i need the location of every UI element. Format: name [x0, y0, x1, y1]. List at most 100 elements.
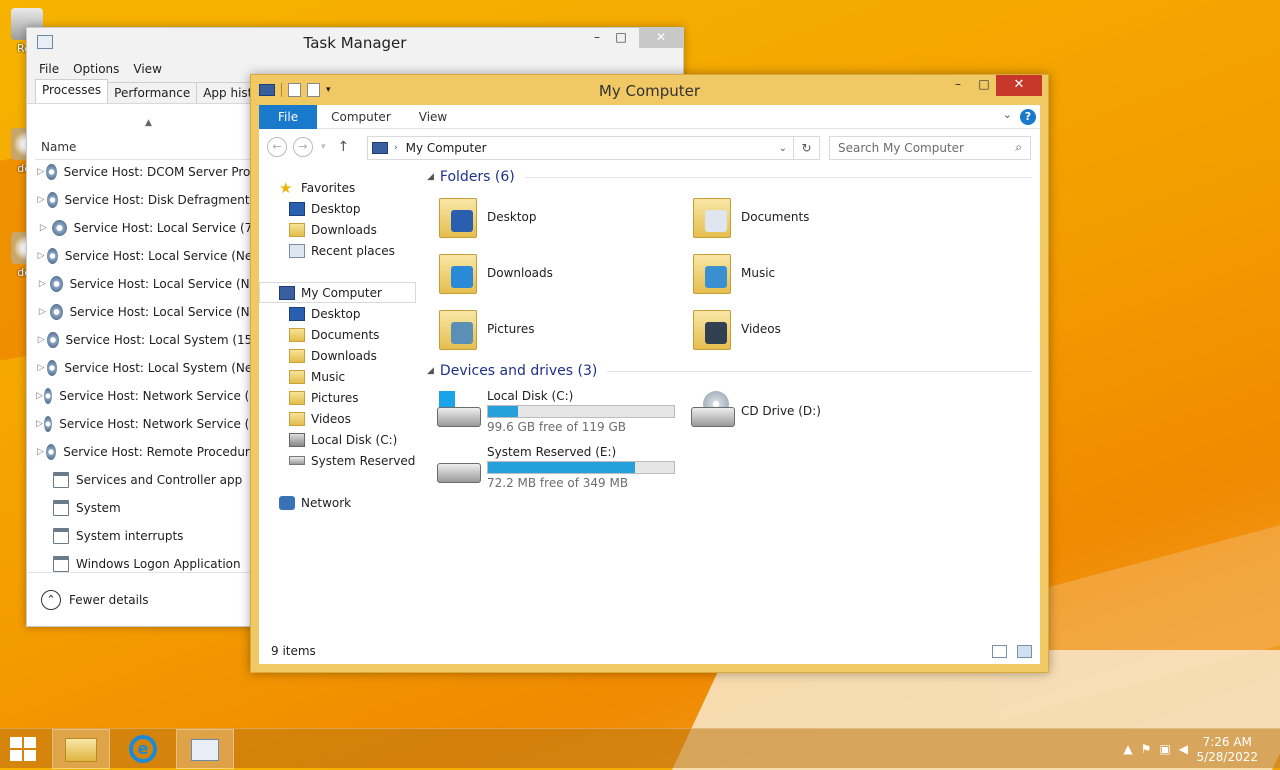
nav-favorites-downloads[interactable]: Downloads	[259, 219, 417, 240]
start-button[interactable]	[10, 737, 38, 761]
maximize-button[interactable]: □	[607, 28, 635, 48]
expand-arrow-icon[interactable]: ▷	[35, 447, 46, 457]
tab-performance[interactable]: Performance	[107, 82, 198, 103]
nav-favorites[interactable]: ★ Favorites	[259, 177, 417, 198]
address-dropdown-icon[interactable]: ⌄	[779, 143, 787, 154]
menu-file[interactable]: File	[39, 62, 59, 76]
recent-locations-icon[interactable]: ▾	[321, 142, 326, 152]
network-icon	[279, 495, 295, 510]
explorer-window: ▾ My Computer – □ ✕ File Computer View ⌄…	[250, 74, 1049, 673]
breadcrumb-item[interactable]: My Computer	[406, 141, 487, 155]
drive-item[interactable]: CD Drive (D:)	[689, 383, 943, 439]
folder-item[interactable]: Videos	[691, 301, 945, 357]
nav-computer-item[interactable]: Videos	[259, 408, 417, 429]
show-hidden-icons-icon[interactable]: ▲	[1123, 742, 1132, 756]
up-arrow-icon[interactable]: ↑	[338, 139, 350, 155]
action-center-flag-icon[interactable]: ⚑	[1141, 742, 1152, 756]
drive-name: System Reserved (E:)	[487, 444, 617, 459]
folder-item[interactable]: Desktop	[437, 189, 691, 245]
close-button[interactable]: ✕	[639, 28, 683, 48]
group-header-devices[interactable]: ◢ Devices and drives (3)	[427, 359, 1040, 383]
clock[interactable]: 7:26 AM 5/28/2022	[1196, 735, 1258, 765]
expand-arrow-icon[interactable]: ▷	[35, 335, 47, 345]
drive-item[interactable]: Local Disk (C:) 99.6 GB free of 119 GB	[435, 383, 689, 439]
process-row[interactable]: Services and Controller app	[35, 466, 257, 494]
folder-item[interactable]: Pictures	[437, 301, 691, 357]
nav-computer-item[interactable]: Downloads	[259, 345, 417, 366]
tab-view[interactable]: View	[405, 105, 461, 129]
process-row[interactable]: ▷ Service Host: DCOM Server Proc	[35, 158, 257, 186]
process-row[interactable]: ▷ Service Host: Local Service (No	[35, 298, 257, 326]
expand-arrow-icon[interactable]: ▷	[35, 363, 47, 373]
group-header-folders[interactable]: ◢ Folders (6)	[427, 165, 1040, 189]
process-row[interactable]: System interrupts	[35, 522, 257, 550]
column-header-name[interactable]: Name	[41, 140, 76, 154]
sort-arrow-icon[interactable]: ▲	[145, 118, 152, 128]
nav-label: Downloads	[311, 348, 377, 363]
collapse-arrow-icon[interactable]: ◢	[427, 366, 434, 376]
nav-favorites-desktop[interactable]: Desktop	[259, 198, 417, 219]
forward-button[interactable]: →	[293, 137, 313, 157]
expand-arrow-icon[interactable]: ▷	[35, 279, 50, 289]
fewer-details-link[interactable]: Fewer details	[69, 593, 149, 607]
process-row[interactable]: ▷ Service Host: Local Service (No	[35, 270, 257, 298]
tab-computer[interactable]: Computer	[317, 105, 405, 129]
nav-computer-item[interactable]: Local Disk (C:)	[259, 429, 417, 450]
expand-arrow-icon[interactable]: ▷	[35, 419, 44, 429]
nav-network[interactable]: Network	[259, 492, 417, 513]
taskbar-internet-explorer[interactable]: e	[114, 729, 172, 769]
chevron-down-icon[interactable]: ⌄	[1003, 108, 1012, 121]
menu-options[interactable]: Options	[73, 62, 119, 76]
search-icon[interactable]: ⌕	[1015, 140, 1022, 155]
search-input[interactable]: Search My Computer ⌕	[829, 136, 1031, 160]
volume-muted-icon[interactable]: ◀	[1179, 742, 1188, 756]
nav-my-computer[interactable]: My Computer	[259, 282, 416, 303]
title-bar[interactable]: ▾ My Computer – □ ✕	[251, 75, 1048, 105]
menu-view[interactable]: View	[133, 62, 161, 76]
nav-computer-item[interactable]: Documents	[259, 324, 417, 345]
close-button[interactable]: ✕	[996, 75, 1042, 96]
process-row[interactable]: ▷ Service Host: Local Service (Net	[35, 242, 257, 270]
expand-arrow-icon[interactable]: ▷	[35, 391, 44, 401]
help-icon[interactable]: ?	[1020, 109, 1036, 125]
title-bar[interactable]: Task Manager – □ ✕	[27, 28, 683, 58]
network-status-icon[interactable]: ▣	[1159, 742, 1170, 756]
folder-icon	[289, 390, 305, 405]
expand-arrow-icon[interactable]: ▷	[35, 251, 47, 261]
chevron-up-icon[interactable]: ⌃	[41, 589, 61, 610]
nav-computer-item[interactable]: Pictures	[259, 387, 417, 408]
breadcrumb-separator-icon[interactable]: ›	[394, 143, 398, 153]
nav-computer-item[interactable]: System Reserved (E:)	[259, 450, 417, 471]
refresh-button[interactable]: ↻	[793, 136, 820, 160]
expand-arrow-icon[interactable]: ▷	[35, 167, 46, 177]
folder-item[interactable]: Downloads	[437, 245, 691, 301]
process-row[interactable]: System	[35, 494, 257, 522]
nav-recent-places[interactable]: Recent places	[259, 240, 417, 261]
folder-item[interactable]: Music	[691, 245, 945, 301]
nav-computer-item[interactable]: Desktop	[259, 303, 417, 324]
large-icons-view-icon[interactable]	[1017, 645, 1032, 658]
back-button[interactable]: ←	[267, 137, 287, 157]
folder-item[interactable]: Documents	[691, 189, 945, 245]
maximize-button[interactable]: □	[970, 75, 998, 95]
details-view-icon[interactable]	[992, 645, 1007, 658]
process-row[interactable]: ▷ Service Host: Local System (Net	[35, 354, 257, 382]
expand-arrow-icon[interactable]: ▷	[35, 223, 52, 233]
drive-item[interactable]: System Reserved (E:) 72.2 MB free of 349 …	[435, 439, 689, 495]
expand-arrow-icon[interactable]: ▷	[35, 307, 50, 317]
taskbar-file-explorer[interactable]	[52, 729, 110, 769]
tab-processes[interactable]: Processes	[35, 79, 109, 103]
expand-arrow-icon[interactable]: ▷	[35, 195, 47, 205]
tab-file[interactable]: File	[259, 104, 318, 129]
process-row[interactable]: ▷ Service Host: Local System (15)	[35, 326, 257, 354]
collapse-arrow-icon[interactable]: ◢	[427, 172, 434, 182]
address-bar[interactable]: › My Computer ⌄	[367, 136, 820, 160]
process-row[interactable]: ▷ Service Host: Local Service (7)	[35, 214, 257, 242]
taskbar-task-manager[interactable]	[176, 729, 234, 769]
nav-computer-item[interactable]: Music	[259, 366, 417, 387]
process-row[interactable]: ▷ Service Host: Network Service (2	[35, 410, 257, 438]
process-row[interactable]: ▷ Service Host: Remote Procedure	[35, 438, 257, 466]
minimize-button[interactable]: –	[944, 75, 972, 95]
process-row[interactable]: ▷ Service Host: Network Service (4	[35, 382, 257, 410]
process-row[interactable]: ▷ Service Host: Disk Defragmente	[35, 186, 257, 214]
